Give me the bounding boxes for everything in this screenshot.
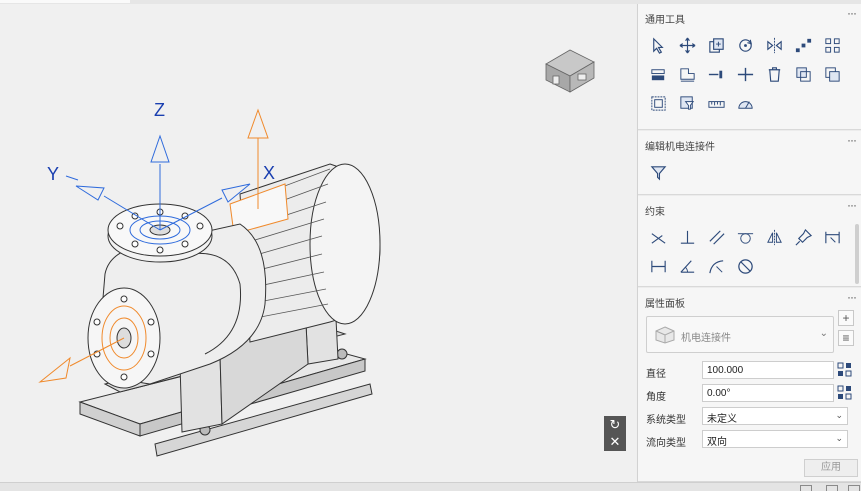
property-row-diameter: 直径	[646, 361, 856, 381]
edit-connector-section: 编辑机电连接件 ···	[638, 131, 861, 195]
right-panel: 通用工具 ··· 编辑机电连接件 ··· 约束 ··· 属性面板 ··· 机电连…	[637, 4, 861, 482]
chevron-down-icon: ⌄	[835, 410, 843, 420]
array-tool-icon[interactable]	[792, 34, 814, 56]
chevron-down-icon: ⌄	[835, 433, 843, 443]
mirror-tool-icon[interactable]	[763, 34, 785, 56]
edit-connector-more-button[interactable]: ···	[847, 133, 857, 147]
diameter-label: 直径	[646, 369, 666, 380]
rotate-tool-icon[interactable]	[734, 34, 756, 56]
axis-y-label: Y	[47, 164, 60, 184]
diameter-input[interactable]	[702, 361, 834, 379]
apply-button[interactable]: 应用	[804, 459, 858, 477]
angle-input[interactable]	[702, 384, 834, 402]
remove-constraint-icon[interactable]	[734, 255, 756, 277]
status-icon[interactable]	[800, 485, 812, 491]
status-icon[interactable]	[826, 485, 838, 491]
distance-constraint-icon[interactable]	[821, 226, 843, 248]
fix-constraint-icon[interactable]	[792, 226, 814, 248]
property-row-system-type: 系统类型 未定义 ⌄	[646, 407, 856, 427]
copy-tool-icon[interactable]	[705, 34, 727, 56]
perpendicular-constraint-icon[interactable]	[676, 226, 698, 248]
3d-viewport[interactable]: Z Y X ↻ ✕	[0, 4, 636, 482]
general-tools-more-button[interactable]: ···	[847, 6, 857, 20]
split-tool-icon[interactable]	[734, 63, 756, 85]
group-tool-icon[interactable]	[792, 63, 814, 85]
filter-select-tool-icon[interactable]	[676, 92, 698, 114]
system-type-select[interactable]: 未定义 ⌄	[702, 407, 848, 425]
ungroup-tool-icon[interactable]	[821, 63, 843, 85]
parallel-constraint-icon[interactable]	[705, 226, 727, 248]
constraints-more-button[interactable]: ···	[847, 198, 857, 212]
type-list-button[interactable]: ≡	[838, 330, 854, 346]
properties-more-button[interactable]: ···	[847, 290, 857, 304]
reset-view-button[interactable]: ↻	[604, 416, 626, 434]
flow-type-select[interactable]: 双向 ⌄	[702, 430, 848, 448]
status-icon[interactable]	[848, 485, 860, 491]
horizontal-dimension-icon[interactable]	[647, 255, 669, 277]
flow-type-label: 流向类型	[646, 438, 686, 449]
offset-tool-icon[interactable]	[676, 63, 698, 85]
property-row-flow-type: 流向类型 双向 ⌄	[646, 430, 856, 450]
connector-filter-icon[interactable]	[647, 161, 669, 183]
angle-measure-tool-icon[interactable]	[734, 92, 756, 114]
grid-array-tool-icon[interactable]	[821, 34, 843, 56]
status-bar	[0, 482, 861, 491]
move-tool-icon[interactable]	[676, 34, 698, 56]
select-box-tool-icon[interactable]	[647, 92, 669, 114]
cube-icon	[655, 326, 675, 344]
angle-label: 角度	[646, 392, 666, 403]
radius-constraint-icon[interactable]	[705, 255, 727, 277]
coincident-constraint-icon[interactable]	[647, 226, 669, 248]
view-cube	[545, 49, 595, 93]
active-tab-marker[interactable]	[0, 0, 130, 3]
system-type-label: 系统类型	[646, 415, 686, 426]
system-type-value: 未定义	[707, 414, 737, 425]
edit-connector-title: 编辑机电连接件	[645, 142, 715, 153]
symmetric-constraint-icon[interactable]	[763, 226, 785, 248]
general-tools-title: 通用工具	[645, 15, 685, 26]
constraints-section: 约束 ···	[638, 196, 861, 287]
constraints-scrollbar[interactable]	[855, 224, 859, 284]
parameter-link-icon[interactable]	[837, 385, 852, 400]
delete-tool-icon[interactable]	[763, 63, 785, 85]
properties-title: 属性面板	[645, 299, 685, 310]
app-root: Z Y X ↻ ✕ 通用工具 ··· 编辑机电连接件 ··· 约束 ··· 属性…	[0, 0, 861, 491]
tangent-constraint-icon[interactable]	[734, 226, 756, 248]
general-tools-section: 通用工具 ···	[638, 4, 861, 130]
axis-x-label: X	[263, 163, 276, 183]
measure-tool-icon[interactable]	[705, 92, 727, 114]
chevron-down-icon: ⌄	[819, 328, 828, 339]
select-tool-icon[interactable]	[647, 34, 669, 56]
axis-z-label: Z	[154, 100, 165, 120]
add-type-button[interactable]: +	[838, 310, 854, 326]
angle-constraint-icon[interactable]	[676, 255, 698, 277]
property-row-angle: 角度	[646, 384, 856, 404]
type-selector-value: 机电连接件	[681, 333, 731, 344]
close-view-button[interactable]: ✕	[604, 433, 626, 451]
properties-section: 属性面板 ··· 机电连接件 ⌄ + ≡ 直径 角度 系统类型	[638, 288, 861, 482]
flow-type-value: 双向	[707, 437, 727, 448]
align-tool-icon[interactable]	[647, 63, 669, 85]
extend-tool-icon[interactable]	[705, 63, 727, 85]
type-selector[interactable]: 机电连接件 ⌄	[646, 316, 834, 353]
pump-model-drawing[interactable]	[0, 4, 636, 482]
parameter-link-icon[interactable]	[837, 362, 852, 377]
constraints-title: 约束	[645, 207, 665, 218]
